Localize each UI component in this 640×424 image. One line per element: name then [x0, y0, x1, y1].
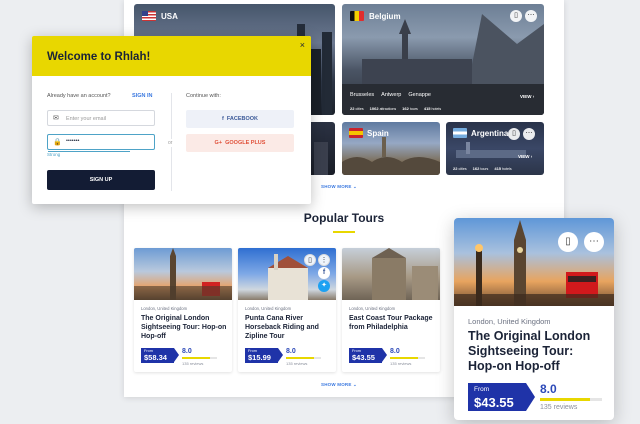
destination-card-belgium[interactable]: Belgium ▯ ⋯ Brusseles Antwerp Genappe 22…: [342, 4, 544, 115]
review-count: 135 reviews: [390, 361, 412, 366]
price-tag: From $43.55: [468, 383, 535, 411]
bookmark-button[interactable]: ▯: [304, 254, 316, 266]
destination-stats: 22 cities 162 tours 415 hotels: [453, 166, 512, 171]
destination-stats: 22 cities 1062 attractions 162 tours 415…: [350, 106, 442, 111]
rating-score: 8.0: [182, 348, 192, 355]
rating-bar: [182, 357, 217, 359]
price-tag: From $15.99: [245, 348, 283, 363]
destination-name: Argentina: [471, 129, 509, 138]
facebook-share-icon[interactable]: f: [318, 267, 330, 279]
destination-card-argentina[interactable]: Argentina ▯ ⋯ 22 cities 162 tours 415 ho…: [446, 122, 544, 175]
city-list: Brusseles Antwerp Genappe: [350, 92, 431, 98]
destination-name: Spain: [367, 129, 389, 138]
rating-score: 8.0: [390, 348, 400, 355]
city-link[interactable]: Genappe: [408, 92, 431, 98]
show-more-tours[interactable]: SHOW MORE ⌄: [321, 382, 357, 388]
more-options-button[interactable]: ⋮: [318, 254, 330, 266]
price-tag: From $58.34: [141, 348, 179, 363]
close-icon[interactable]: ×: [300, 40, 305, 50]
more-options-button[interactable]: ⋯: [525, 10, 537, 22]
lock-icon: 🔒: [53, 139, 62, 146]
rating-score: 8.0: [540, 382, 557, 396]
big-ben-image: [454, 220, 614, 306]
featured-tour-card[interactable]: ▯ ⋯ London, United Kingdom The Original …: [454, 218, 614, 420]
review-count: 135 reviews: [540, 404, 578, 411]
tour-card[interactable]: ▯ ⋮ f ✦ London, United Kingdom Punta Can…: [238, 248, 336, 372]
city-link[interactable]: Brusseles: [350, 92, 374, 98]
password-strength-bar: [48, 150, 130, 152]
rating-bar: [390, 357, 425, 359]
modal-title: Welcome to Rhlah!: [47, 51, 151, 63]
title-underline: [333, 231, 355, 233]
tour-image: [134, 248, 232, 300]
signup-modal: Welcome to Rhlah! × Already have an acco…: [32, 36, 311, 204]
destination-card-spain[interactable]: Spain: [342, 122, 440, 175]
tour-location: London, United Kingdom: [245, 306, 292, 311]
sign-in-link[interactable]: SIGN IN: [132, 93, 152, 99]
review-count: 135 reviews: [286, 361, 308, 366]
password-field[interactable]: 🔒 •••••••: [47, 134, 155, 152]
usa-flag-icon: [142, 11, 156, 21]
password-strength-text: Strong: [47, 152, 61, 157]
rating-score: 8.0: [286, 348, 296, 355]
envelope-icon: ✉: [53, 115, 59, 122]
tour-title[interactable]: The Original London Sightseeing Tour: Ho…: [141, 314, 229, 341]
destination-name: USA: [161, 12, 178, 21]
city-link[interactable]: Antwerp: [381, 92, 401, 98]
email-field[interactable]: ✉ Enter your email: [47, 110, 155, 126]
spain-flag-icon: [349, 128, 363, 138]
destination-name: Belgium: [369, 12, 401, 21]
price-amount: $43.55: [474, 395, 514, 410]
rating-bar: [540, 398, 602, 401]
view-link[interactable]: VIEW ›: [518, 154, 532, 159]
belgium-flag-icon: [350, 11, 364, 21]
signup-button[interactable]: SIGN UP: [47, 170, 155, 190]
tour-location: London, United Kingdom: [141, 306, 188, 311]
facebook-button[interactable]: f FACEBOOK: [186, 110, 294, 128]
tour-image: ▯ ⋯: [454, 218, 614, 306]
rating-bar: [286, 357, 321, 359]
bookmark-button[interactable]: ▯: [558, 232, 578, 252]
more-options-button[interactable]: ⋯: [523, 128, 535, 140]
or-label: or: [167, 139, 174, 147]
have-account-text: Already have an account?: [47, 93, 111, 99]
google-plus-icon: G+: [214, 140, 223, 146]
price-from: From: [474, 386, 490, 393]
tour-card[interactable]: London, United Kingdom The Original Lond…: [134, 248, 232, 372]
tour-location: London, United Kingdom: [468, 317, 551, 326]
tour-title[interactable]: Punta Cana River Horseback Riding and Zi…: [245, 314, 333, 341]
view-link[interactable]: VIEW ›: [520, 94, 534, 99]
bookmark-button[interactable]: ▯: [508, 128, 520, 140]
tour-image: [342, 248, 440, 300]
tour-card[interactable]: London, United Kingdom East Coast Tour P…: [342, 248, 440, 372]
more-options-button[interactable]: ⋯: [584, 232, 604, 252]
tour-title[interactable]: East Coast Tour Package from Philadelphi…: [349, 314, 437, 332]
facebook-icon: f: [221, 116, 224, 122]
twitter-share-icon[interactable]: ✦: [318, 280, 330, 292]
price-tag: From $43.55: [349, 348, 387, 363]
email-placeholder: Enter your email: [66, 115, 107, 122]
bookmark-button[interactable]: ▯: [510, 10, 522, 22]
password-value: •••••••: [66, 138, 80, 144]
tour-title[interactable]: The Original London Sightseeing Tour: Ho…: [468, 329, 604, 374]
continue-with-text: Continue with:: [186, 93, 221, 99]
google-plus-button[interactable]: G+ GOOGLE PLUS: [186, 134, 294, 152]
review-count: 135 reviews: [182, 361, 204, 366]
tour-location: London, United Kingdom: [349, 306, 396, 311]
show-more-destinations[interactable]: SHOW MORE ⌄: [321, 184, 357, 190]
argentina-flag-icon: [453, 128, 467, 138]
